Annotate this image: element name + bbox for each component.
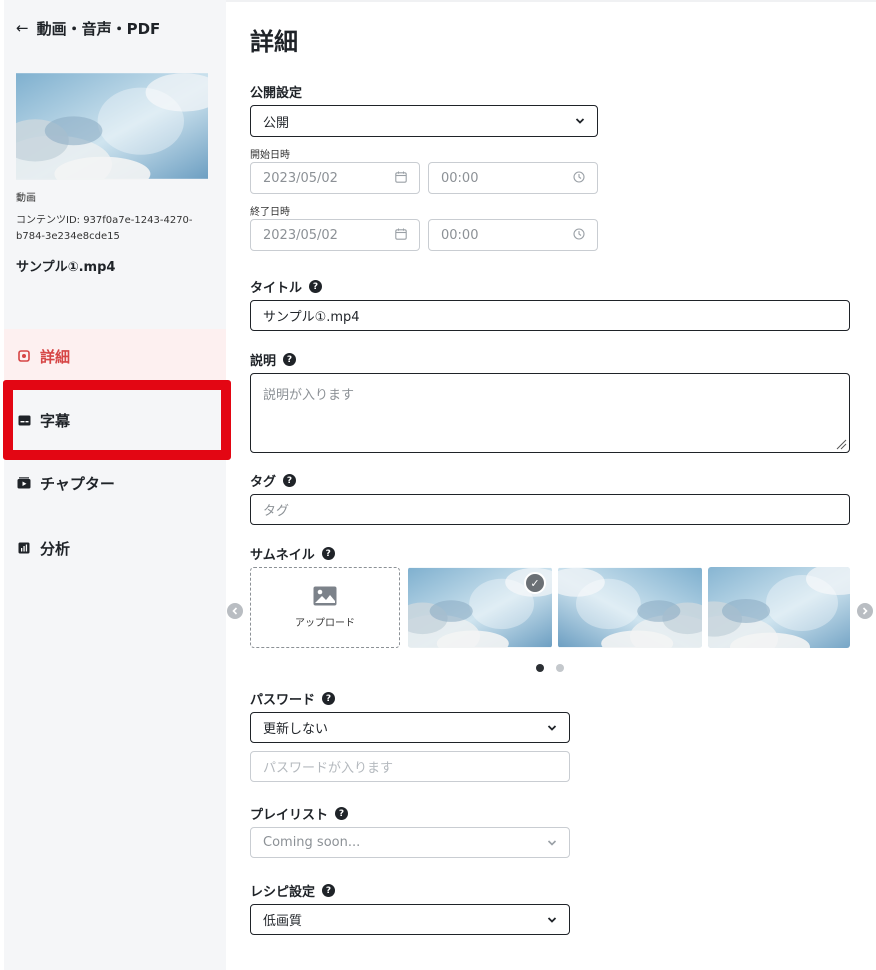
start-date-input[interactable]: 2023/05/02 <box>250 162 420 194</box>
sidebar-item-analytics[interactable]: 分析 <box>4 521 226 575</box>
visibility-select[interactable]: 公開 <box>250 105 598 137</box>
sidebar-item-label: 詳細 <box>40 347 71 366</box>
content-id: コンテンツID: 937f0a7e-1243-4270-b784-3e234e8… <box>16 215 193 242</box>
password-mode-select[interactable]: 更新しない <box>250 712 570 743</box>
help-icon[interactable]: ? <box>335 807 349 820</box>
clock-icon <box>573 227 585 243</box>
password-input[interactable]: パスワードが入ります <box>250 751 570 782</box>
visibility-label: 公開設定 <box>250 86 303 101</box>
playlist-select[interactable]: Coming soon... <box>250 827 570 858</box>
tags-label: タグ? <box>250 471 297 490</box>
help-icon[interactable]: ? <box>283 474 297 487</box>
calendar-icon <box>395 228 407 243</box>
check-icon: ✓ <box>524 572 546 594</box>
analytics-icon <box>17 541 31 555</box>
arrow-left-icon: ← <box>16 19 29 37</box>
thumbnail-option-3[interactable] <box>708 567 850 648</box>
title-label: タイトル? <box>250 277 323 296</box>
page-title: 詳細 <box>250 28 298 56</box>
thumbnail-label: サムネイル? <box>250 544 335 563</box>
upload-label: アップロード <box>295 618 355 629</box>
playlist-label: プレイリスト? <box>250 804 349 823</box>
calendar-icon <box>395 171 407 186</box>
image-icon <box>313 586 337 606</box>
thumbnail-option-2[interactable] <box>558 567 702 648</box>
chevron-down-icon <box>547 916 557 923</box>
recipe-select[interactable]: 低画質 <box>250 904 570 935</box>
description-textarea[interactable]: 説明が入ります <box>250 373 850 453</box>
app-root: ← 動画・音声・PDF 動画 コンテンツID: 937f0a7e-1243-42… <box>0 0 876 970</box>
description-label: 説明? <box>250 350 297 369</box>
back-link[interactable]: ← 動画・音声・PDF <box>16 16 160 40</box>
resize-handle-icon <box>836 439 847 450</box>
sidebar-item-label: チャプター <box>40 474 115 493</box>
help-icon[interactable]: ? <box>321 547 335 560</box>
top-divider <box>226 0 876 2</box>
help-icon[interactable]: ? <box>322 884 336 897</box>
media-type: 動画 <box>16 193 36 204</box>
end-date-input[interactable]: 2023/05/02 <box>250 219 420 251</box>
clock-icon <box>573 170 585 186</box>
title-input[interactable]: サンプル①.mp4 <box>250 300 850 331</box>
video-thumbnail <box>16 72 208 180</box>
chevron-right-icon <box>862 607 868 615</box>
carousel-dot[interactable] <box>556 664 564 672</box>
end-datetime-label: 終了日時 <box>250 207 290 218</box>
tags-input[interactable]: タグ <box>250 494 850 525</box>
help-icon[interactable]: ? <box>309 280 323 293</box>
chevron-down-icon <box>547 839 557 846</box>
carousel-prev-button[interactable] <box>227 603 243 619</box>
sidebar-filename: サンプル①.mp4 <box>16 260 116 275</box>
back-label: 動画・音声・PDF <box>36 19 161 38</box>
sidebar-item-subtitles[interactable]: 字幕 <box>4 393 226 447</box>
thumbnail-option-1[interactable]: ✓ <box>408 567 552 648</box>
sidebar: ← 動画・音声・PDF 動画 コンテンツID: 937f0a7e-1243-42… <box>4 0 226 970</box>
sidebar-item-details[interactable]: 詳細 <box>4 329 226 383</box>
start-time-input[interactable]: 00:00 <box>428 162 598 194</box>
help-icon[interactable]: ? <box>322 692 336 705</box>
recipe-label: レシピ設定? <box>250 881 336 900</box>
start-datetime-label: 開始日時 <box>250 150 290 161</box>
sidebar-item-label: 字幕 <box>40 411 71 430</box>
play-icon <box>17 476 31 490</box>
sidebar-item-label: 分析 <box>40 539 71 558</box>
thumbnail-upload-button[interactable]: アップロード <box>250 567 400 648</box>
help-icon[interactable]: ? <box>283 353 297 366</box>
subtitles-icon <box>17 413 31 427</box>
chevron-down-icon <box>547 724 557 731</box>
carousel-next-button[interactable] <box>857 603 873 619</box>
sidebar-item-chapters[interactable]: チャプター <box>4 456 226 510</box>
password-label: パスワード? <box>250 689 336 708</box>
end-time-input[interactable]: 00:00 <box>428 219 598 251</box>
chevron-left-icon <box>232 607 238 615</box>
gear-icon <box>17 349 31 363</box>
chevron-down-icon <box>575 118 585 124</box>
carousel-dot-active[interactable] <box>536 664 544 672</box>
